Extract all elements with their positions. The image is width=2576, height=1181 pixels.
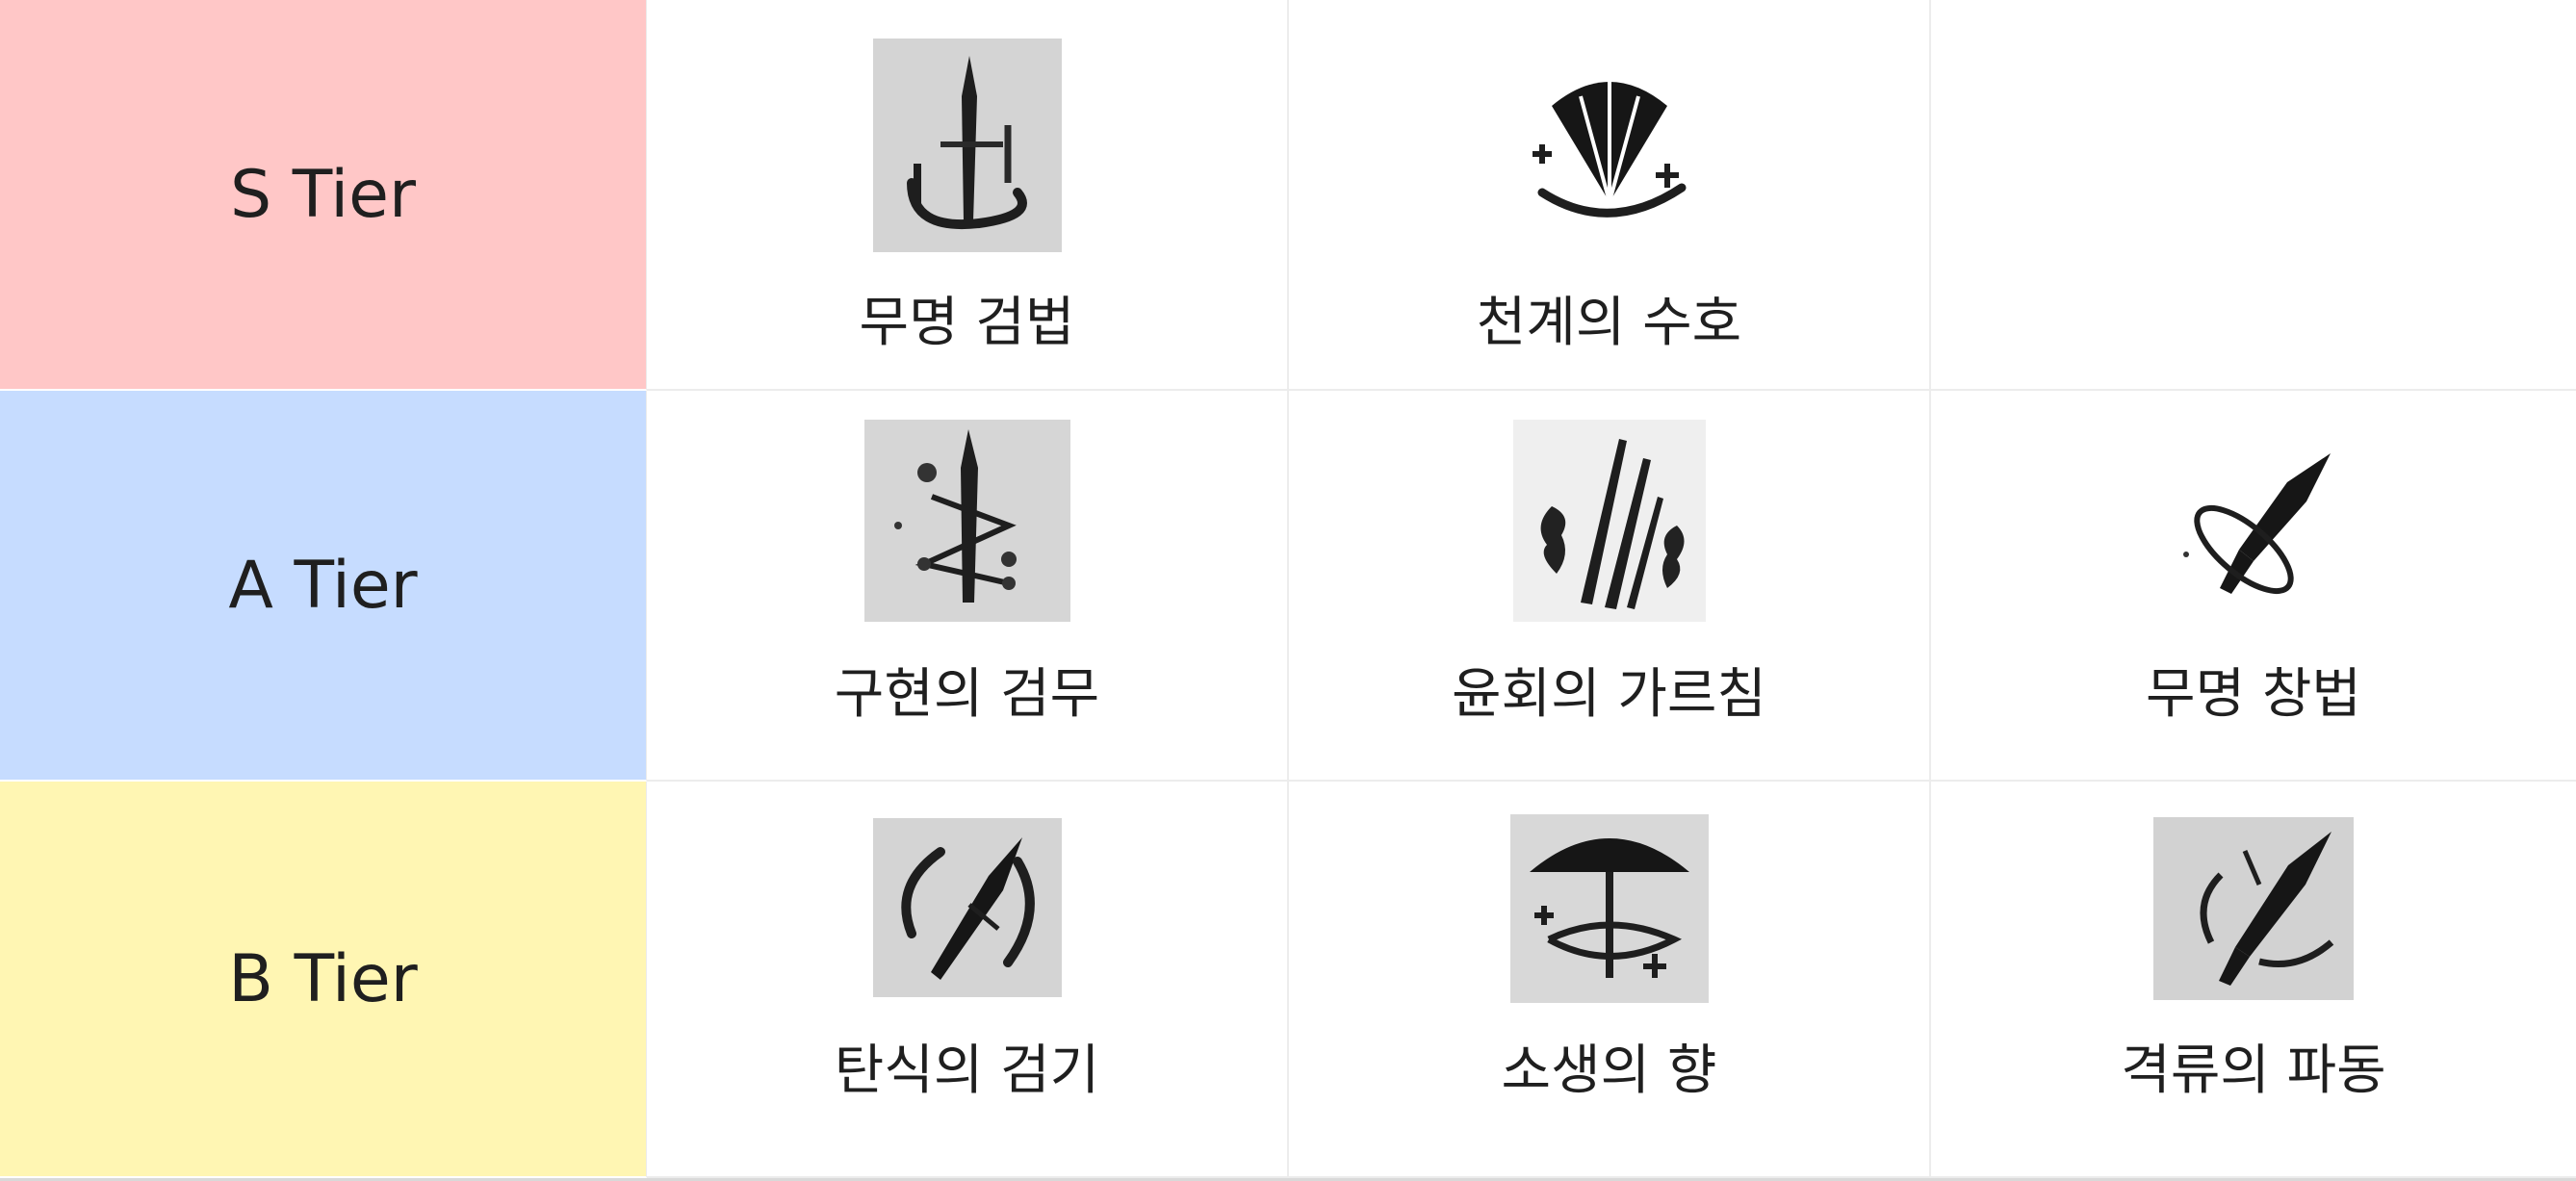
sword-swirl-icon <box>872 818 1062 997</box>
empty-cell <box>1931 0 2576 391</box>
fan-icon <box>1523 67 1696 231</box>
umbrella-icon <box>1509 814 1709 1003</box>
spear-icon <box>2162 444 2345 607</box>
skill-name: 구현의 검무 <box>834 663 1100 726</box>
skill-name: 천계의 수호 <box>1476 292 1742 354</box>
skill-name: 무명 검법 <box>859 292 1075 354</box>
skill-card[interactable]: 천계의 수호 <box>1289 0 1931 391</box>
skill-card[interactable]: 소생의 향 <box>1289 782 1931 1178</box>
tier-label-b: B Tier <box>0 782 647 1178</box>
sword-orbs-icon <box>863 420 1070 622</box>
tier-label-a: A Tier <box>0 391 647 782</box>
flame-slashes-icon <box>1512 420 1706 622</box>
skill-card[interactable]: 무명 창법 <box>1931 391 2576 782</box>
sword-circle-icon <box>872 39 1062 252</box>
skill-name: 탄식의 검기 <box>834 1040 1100 1102</box>
skill-card[interactable]: 구현의 검무 <box>647 391 1289 782</box>
skill-name: 윤회의 가르침 <box>1452 663 1766 726</box>
skill-card[interactable]: 탄식의 검기 <box>647 782 1289 1178</box>
skill-card[interactable]: 무명 검법 <box>647 0 1289 391</box>
skill-name: 격류의 파동 <box>2121 1040 2386 1102</box>
skill-card[interactable]: 격류의 파동 <box>1931 782 2576 1178</box>
skill-card[interactable]: 윤회의 가르침 <box>1289 391 1931 782</box>
tier-list-table: S Tier 무명 검법 천계의 수호 A Tier 구현의 검무 윤회의 가르… <box>0 0 2576 1181</box>
spear-burst-icon <box>2153 817 2354 1000</box>
skill-name: 무명 창법 <box>2146 663 2361 726</box>
tier-label-s: S Tier <box>0 0 647 391</box>
skill-name: 소생의 향 <box>1501 1040 1717 1102</box>
